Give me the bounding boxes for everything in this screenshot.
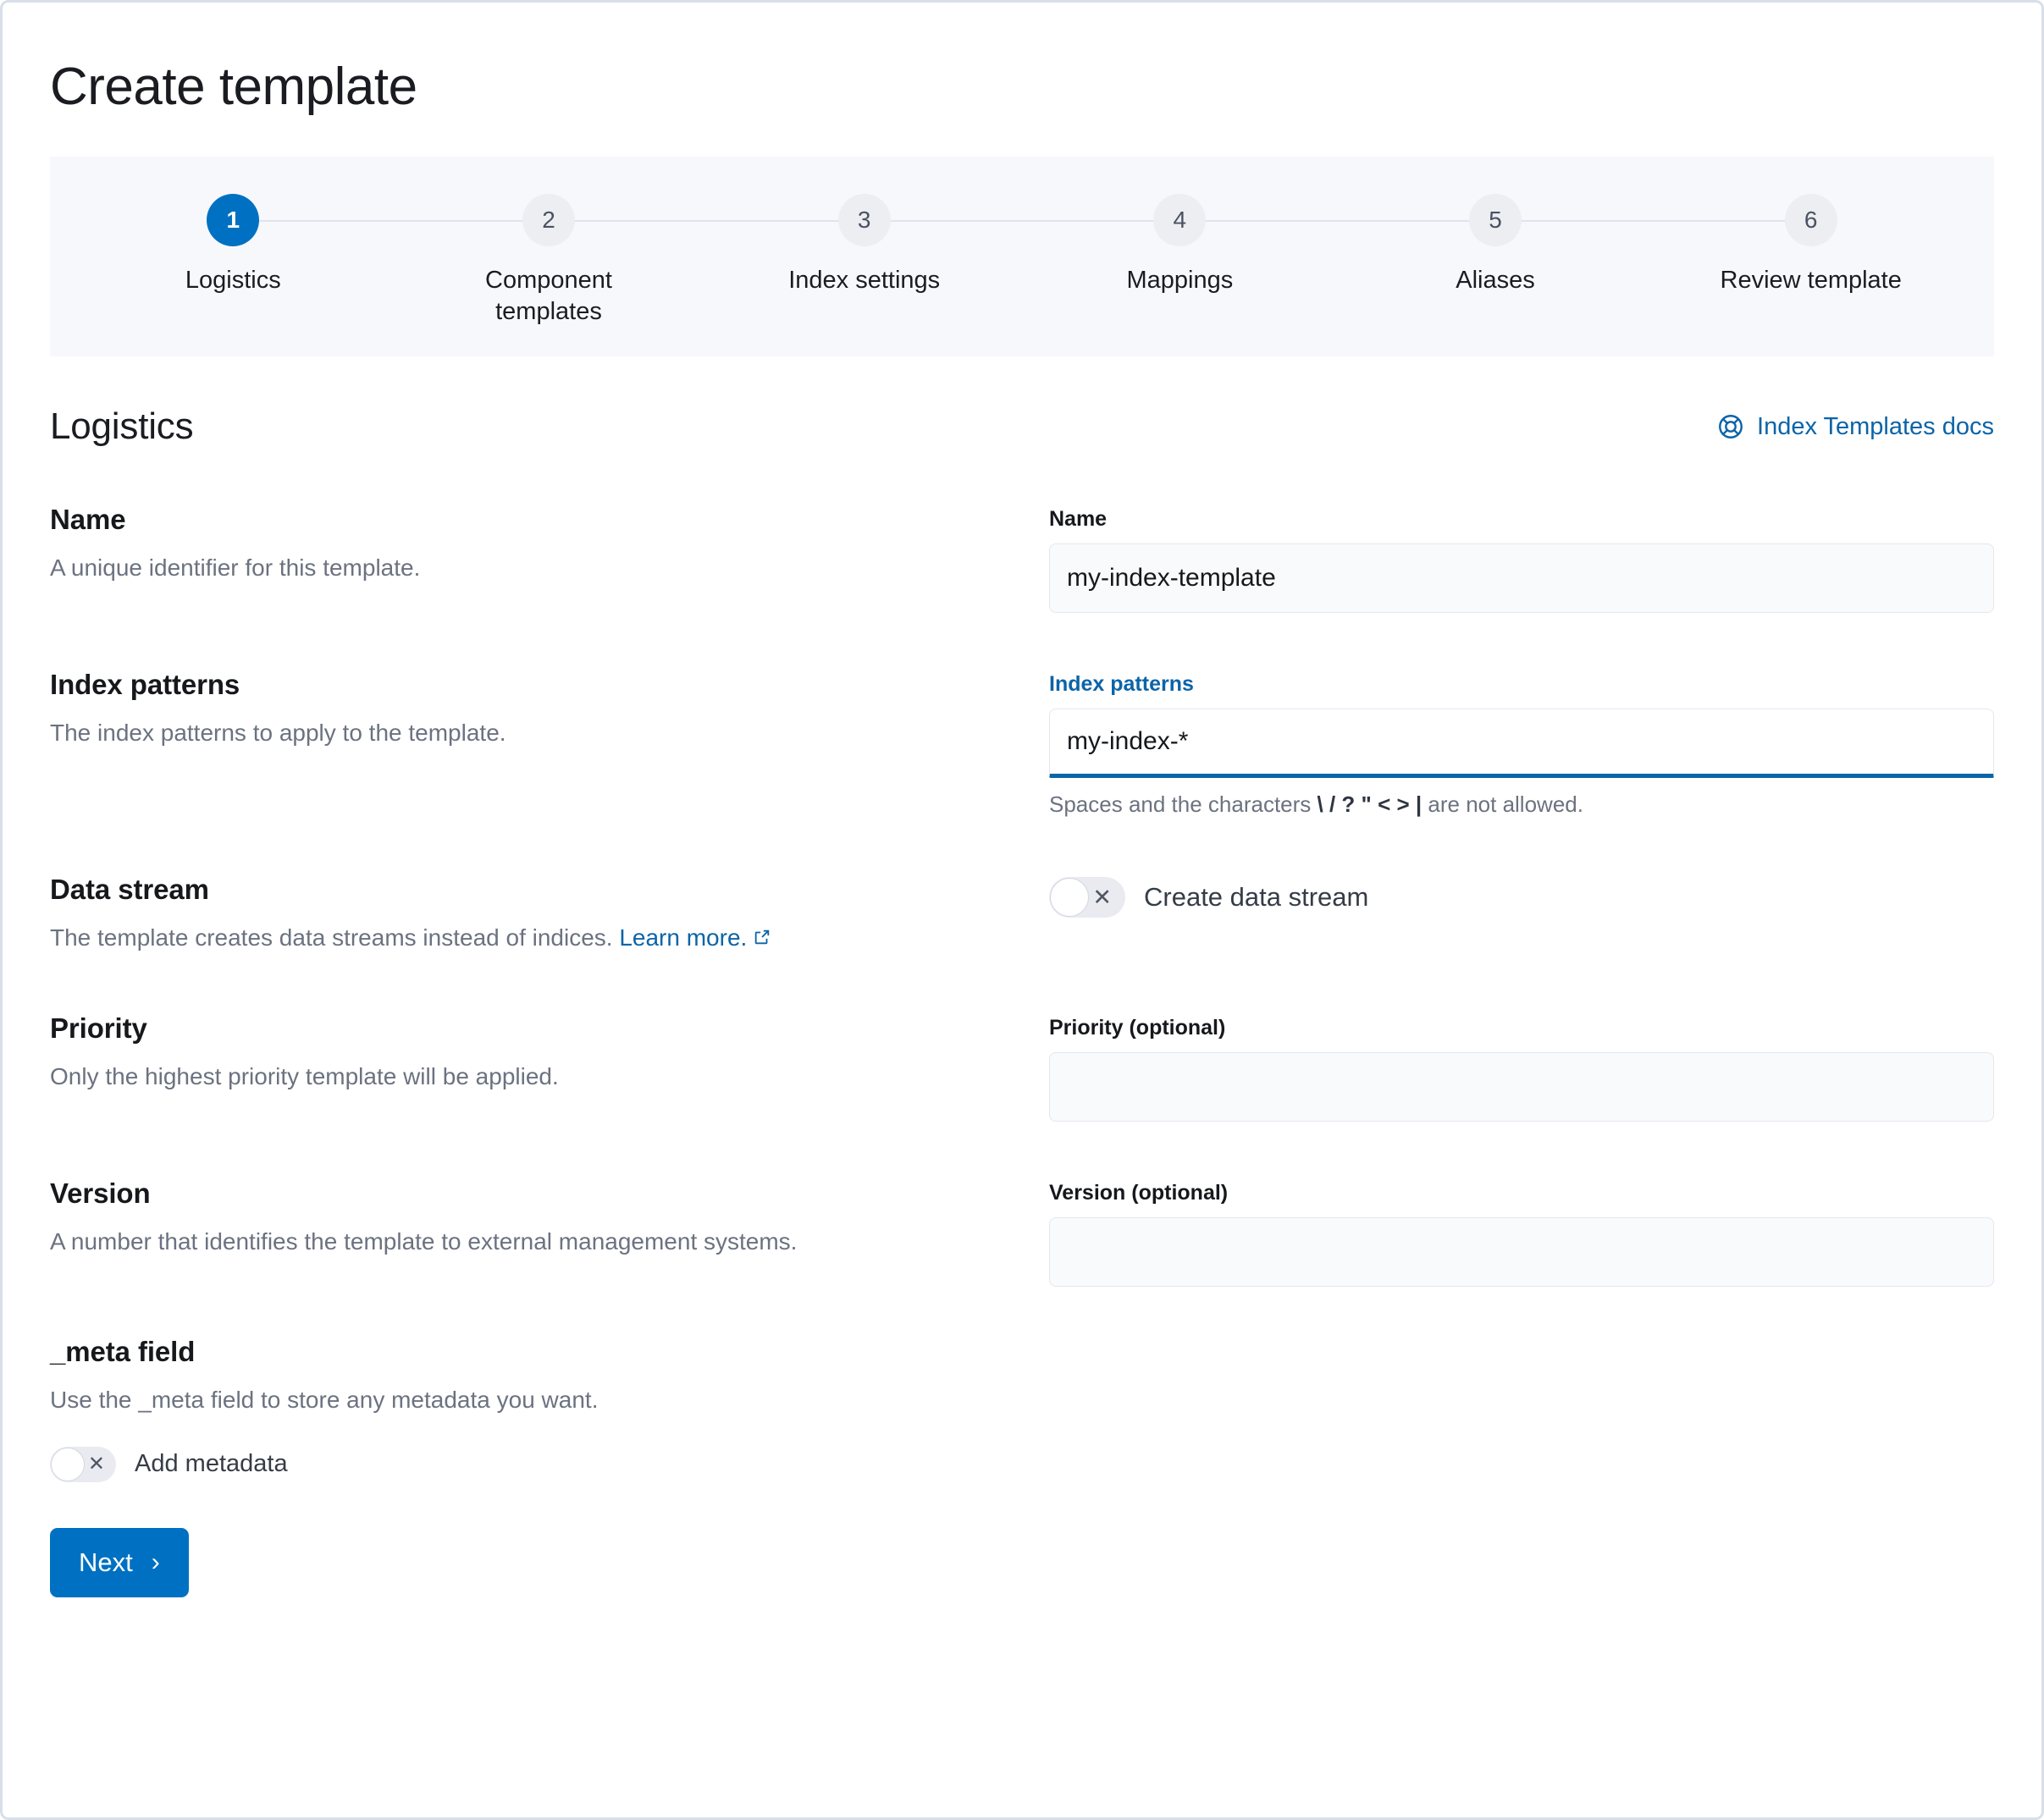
name-description-column: Name A unique identifier for this templa… (50, 504, 1049, 586)
create-data-stream-row: ✕ Create data stream (1049, 877, 1994, 918)
step-connector (1495, 220, 1811, 222)
step-connector (865, 220, 1180, 222)
form-row-data-stream: Data stream The template creates data st… (50, 874, 1994, 957)
help-disallowed-chars: \ / ? " < > | (1318, 791, 1423, 817)
section-header: Logistics Index Templates docs (50, 405, 1994, 448)
create-data-stream-label: Create data stream (1144, 882, 1368, 913)
form-row-meta-field: _meta field Use the _meta field to store… (50, 1336, 1994, 1597)
step-number-badge: 1 (207, 194, 259, 246)
step-label: Mappings (1126, 265, 1233, 296)
priority-input-column: Priority (optional) (1049, 1012, 1994, 1122)
help-prefix: Spaces and the characters (1049, 791, 1318, 817)
priority-input[interactable] (1049, 1052, 1994, 1122)
name-heading: Name (50, 504, 990, 536)
learn-more-label: Learn more. (619, 924, 747, 951)
wizard-step-review-template[interactable]: 6 Review template (1653, 194, 1969, 296)
version-input-column: Version (optional) (1049, 1177, 1994, 1287)
step-connector (549, 220, 865, 222)
name-input-label: Name (1049, 507, 1994, 532)
meta-field-empty-column (1049, 1336, 1994, 1339)
priority-input-label: Priority (optional) (1049, 1016, 1994, 1040)
meta-field-heading: _meta field (50, 1336, 990, 1368)
section-title: Logistics (50, 405, 193, 448)
priority-description: Only the highest priority template will … (50, 1060, 990, 1095)
data-stream-description-column: Data stream The template creates data st… (50, 874, 1049, 957)
version-description: A number that identifies the template to… (50, 1225, 990, 1260)
close-icon: ✕ (1092, 886, 1112, 909)
wizard-step-logistics[interactable]: 1 Logistics (75, 194, 391, 296)
external-link-icon (753, 922, 771, 957)
step-number-badge: 5 (1469, 194, 1522, 246)
index-patterns-help-text: Spaces and the characters \ / ? " < > | … (1049, 791, 1994, 818)
add-metadata-label: Add metadata (135, 1450, 288, 1478)
index-patterns-input-label: Index patterns (1049, 672, 1994, 697)
name-input-column: Name (1049, 504, 1994, 613)
data-stream-description: The template creates data streams instea… (50, 921, 990, 957)
step-connector (1179, 220, 1495, 222)
add-metadata-toggle[interactable]: ✕ (50, 1447, 116, 1482)
help-suffix: are not allowed. (1422, 791, 1583, 817)
step-label: Aliases (1456, 265, 1535, 296)
priority-description-column: Priority Only the highest priority templ… (50, 1012, 1049, 1095)
add-metadata-row: ✕ Add metadata (50, 1447, 990, 1482)
step-label: Component templates (439, 265, 659, 328)
close-icon: ✕ (88, 1454, 105, 1475)
wizard-step-indicator: 1 Logistics 2 Component templates 3 Inde… (50, 157, 1994, 356)
toggle-knob (51, 1448, 85, 1481)
next-button-label: Next (79, 1547, 133, 1578)
data-stream-heading: Data stream (50, 874, 990, 906)
data-stream-toggle-column: ✕ Create data stream (1049, 874, 1994, 918)
version-heading: Version (50, 1177, 990, 1210)
data-stream-learn-more-link[interactable]: Learn more. (619, 924, 747, 951)
meta-field-description-column: _meta field Use the _meta field to store… (50, 1336, 1049, 1597)
chevron-right-icon: › (152, 1548, 160, 1577)
form-row-name: Name A unique identifier for this templa… (50, 504, 1994, 613)
version-description-column: Version A number that identifies the tem… (50, 1177, 1049, 1260)
version-input-label: Version (optional) (1049, 1181, 1994, 1205)
index-patterns-input[interactable] (1049, 709, 1994, 778)
index-patterns-heading: Index patterns (50, 669, 990, 701)
create-data-stream-toggle[interactable]: ✕ (1049, 877, 1125, 918)
priority-heading: Priority (50, 1012, 990, 1045)
name-description: A unique identifier for this template. (50, 551, 990, 586)
meta-field-description: Use the _meta field to store any metadat… (50, 1383, 990, 1418)
next-button[interactable]: Next › (50, 1528, 189, 1597)
create-template-page: Create template 1 Logistics 2 Component … (0, 0, 2044, 1820)
index-patterns-description-column: Index patterns The index patterns to app… (50, 669, 1049, 751)
index-patterns-description: The index patterns to apply to the templ… (50, 716, 990, 751)
wizard-step-index-settings[interactable]: 3 Index settings (706, 194, 1022, 296)
step-number-badge: 6 (1785, 194, 1837, 246)
wizard-step-aliases[interactable]: 5 Aliases (1338, 194, 1654, 296)
wizard-step-mappings[interactable]: 4 Mappings (1022, 194, 1338, 296)
step-number-badge: 3 (838, 194, 891, 246)
toggle-knob (1050, 878, 1089, 917)
form-row-version: Version A number that identifies the tem… (50, 1177, 1994, 1287)
step-connector (233, 220, 549, 222)
index-patterns-input-column: Index patterns Spaces and the characters… (1049, 669, 1994, 818)
help-lifebuoy-icon (1716, 412, 1745, 441)
data-stream-description-text: The template creates data streams instea… (50, 924, 613, 951)
step-number-badge: 4 (1153, 194, 1206, 246)
docs-link-label: Index Templates docs (1757, 413, 1994, 441)
step-label: Logistics (185, 265, 281, 296)
version-input[interactable] (1049, 1217, 1994, 1287)
step-number-badge: 2 (522, 194, 575, 246)
wizard-step-component-templates[interactable]: 2 Component templates (391, 194, 707, 328)
index-templates-docs-link[interactable]: Index Templates docs (1716, 412, 1994, 441)
name-input[interactable] (1049, 543, 1994, 613)
form-row-priority: Priority Only the highest priority templ… (50, 1012, 1994, 1122)
page-title: Create template (50, 58, 1994, 116)
step-label: Index settings (788, 265, 940, 296)
form-row-index-patterns: Index patterns The index patterns to app… (50, 669, 1994, 818)
step-label: Review template (1721, 265, 1902, 296)
